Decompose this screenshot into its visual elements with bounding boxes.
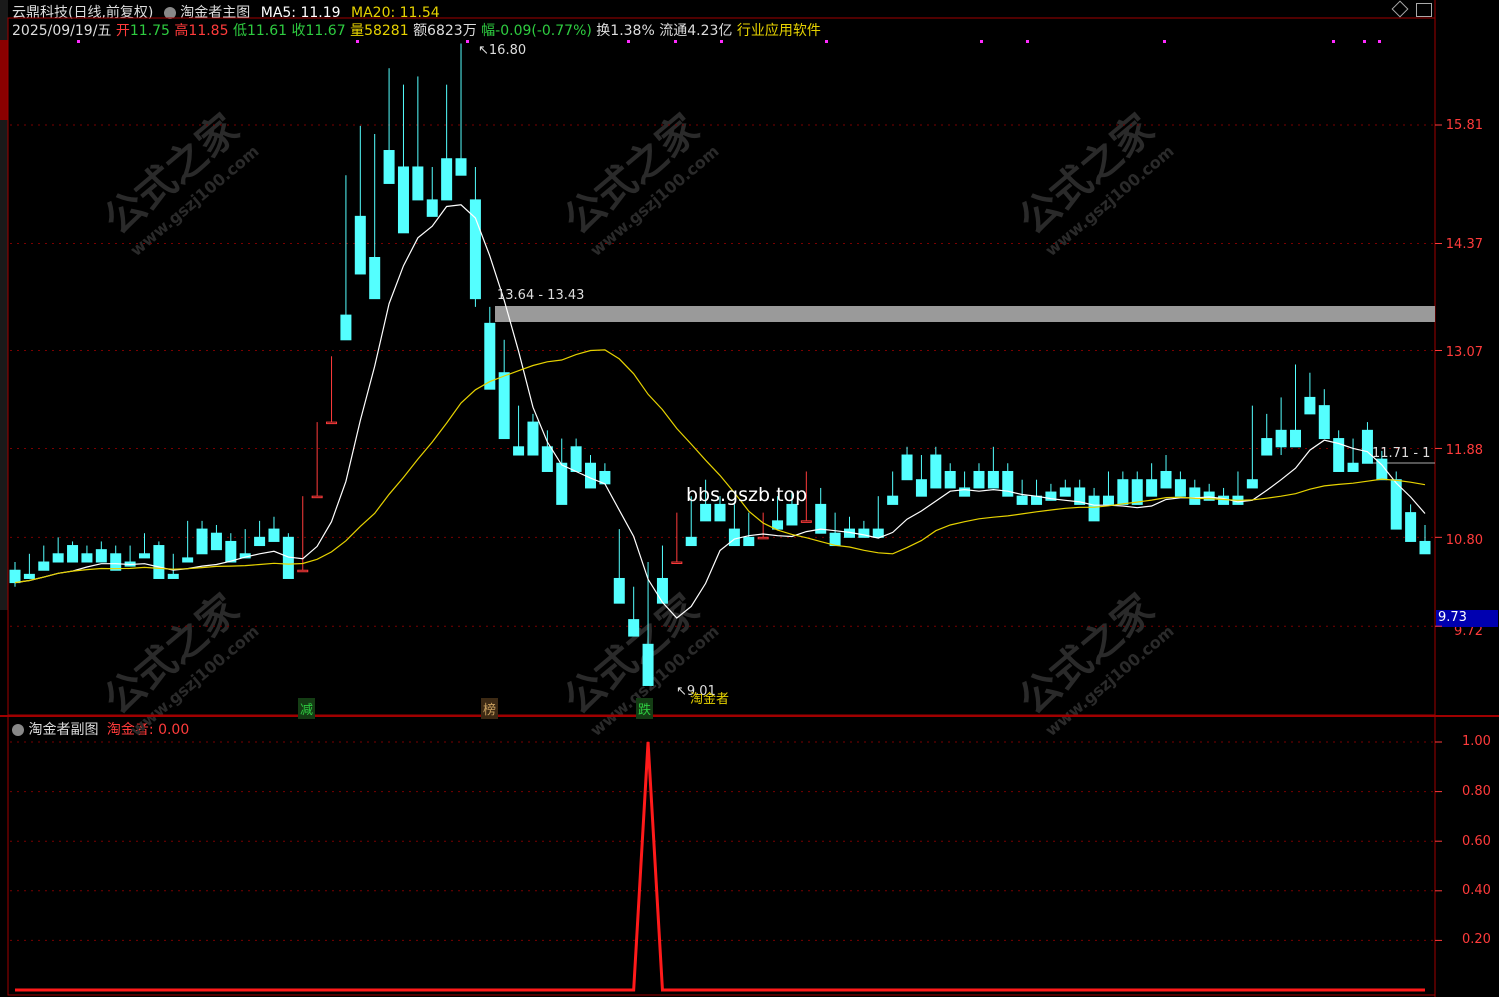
candle[interactable] bbox=[1347, 438, 1359, 472]
candle[interactable] bbox=[901, 446, 913, 481]
candle[interactable] bbox=[1059, 479, 1071, 497]
candle[interactable] bbox=[1160, 455, 1172, 489]
candle[interactable] bbox=[1146, 463, 1158, 497]
candle[interactable] bbox=[1189, 479, 1201, 505]
candle[interactable] bbox=[326, 356, 338, 425]
candle[interactable] bbox=[441, 84, 453, 201]
candle[interactable] bbox=[1304, 372, 1316, 415]
candle[interactable] bbox=[973, 463, 985, 489]
candle[interactable] bbox=[1361, 422, 1373, 464]
candle[interactable] bbox=[498, 339, 510, 440]
candle[interactable] bbox=[743, 512, 755, 547]
candle[interactable] bbox=[354, 125, 366, 275]
candle[interactable] bbox=[397, 84, 409, 234]
candle[interactable] bbox=[1275, 397, 1287, 456]
candle[interactable] bbox=[455, 43, 467, 176]
candle[interactable] bbox=[167, 553, 179, 579]
candle[interactable] bbox=[311, 422, 323, 499]
candle[interactable] bbox=[38, 545, 50, 571]
candle[interactable] bbox=[412, 76, 424, 201]
candle[interactable] bbox=[239, 529, 251, 559]
candle[interactable] bbox=[671, 512, 683, 565]
candle[interactable] bbox=[513, 405, 525, 456]
candle[interactable] bbox=[469, 166, 481, 307]
candle[interactable] bbox=[9, 562, 21, 587]
site-watermark: bbs.gszb.top bbox=[686, 484, 808, 506]
candle[interactable] bbox=[484, 306, 496, 390]
candle[interactable] bbox=[930, 446, 942, 489]
candle[interactable] bbox=[815, 487, 827, 534]
candle[interactable] bbox=[1031, 479, 1043, 505]
candle[interactable] bbox=[124, 545, 136, 567]
candle[interactable] bbox=[585, 455, 597, 489]
candle[interactable] bbox=[67, 541, 79, 563]
candle[interactable] bbox=[1246, 405, 1258, 489]
candle[interactable] bbox=[1419, 524, 1431, 555]
candle[interactable] bbox=[138, 533, 150, 559]
candle[interactable] bbox=[1405, 504, 1417, 542]
high-marker: ↖16.80 bbox=[478, 43, 527, 58]
candle[interactable] bbox=[843, 516, 855, 538]
candle[interactable] bbox=[95, 541, 107, 563]
candle[interactable] bbox=[599, 463, 611, 485]
candle[interactable] bbox=[527, 413, 539, 456]
candle[interactable] bbox=[340, 175, 352, 341]
candle[interactable] bbox=[1074, 479, 1086, 505]
candle[interactable] bbox=[196, 520, 208, 555]
candle[interactable] bbox=[1117, 471, 1129, 505]
candle[interactable] bbox=[887, 471, 899, 505]
candle[interactable] bbox=[1333, 430, 1345, 472]
candle[interactable] bbox=[182, 520, 194, 563]
candle[interactable] bbox=[1131, 471, 1143, 505]
candle[interactable] bbox=[570, 438, 582, 472]
candle[interactable] bbox=[268, 516, 280, 542]
right-band-label: 11.71 - 1 bbox=[1372, 446, 1431, 461]
candle[interactable] bbox=[987, 446, 999, 489]
candle[interactable] bbox=[153, 541, 165, 579]
candle[interactable] bbox=[81, 545, 93, 563]
candle[interactable] bbox=[556, 438, 568, 505]
candle[interactable] bbox=[369, 134, 381, 300]
candle[interactable] bbox=[1261, 413, 1273, 456]
candle[interactable] bbox=[613, 529, 625, 604]
candle[interactable] bbox=[23, 553, 35, 579]
low-tag: 淘金者 bbox=[690, 692, 730, 707]
candle[interactable] bbox=[297, 496, 309, 573]
signal-rank: 榜 bbox=[481, 698, 499, 719]
candle[interactable] bbox=[52, 537, 64, 563]
signal-fall: 跌 bbox=[636, 698, 654, 719]
candle[interactable] bbox=[110, 545, 122, 571]
candle[interactable] bbox=[959, 471, 971, 497]
candle[interactable] bbox=[541, 430, 553, 472]
sub-series-line bbox=[15, 741, 1425, 992]
candle[interactable] bbox=[1102, 471, 1114, 505]
candle[interactable] bbox=[210, 524, 222, 551]
candle[interactable] bbox=[628, 586, 640, 637]
candle[interactable] bbox=[1232, 471, 1244, 505]
candle[interactable] bbox=[829, 512, 841, 547]
candle[interactable] bbox=[1218, 487, 1230, 505]
candle[interactable] bbox=[254, 520, 266, 547]
resistance-label: 13.64 - 13.43 bbox=[497, 288, 585, 303]
candle[interactable] bbox=[642, 562, 654, 686]
candle[interactable] bbox=[872, 496, 884, 538]
candle[interactable] bbox=[1290, 364, 1302, 448]
candle[interactable] bbox=[1174, 471, 1186, 497]
signal-reduce: 减 bbox=[298, 698, 316, 719]
candle[interactable] bbox=[426, 166, 438, 217]
candle[interactable] bbox=[944, 463, 956, 489]
candle[interactable] bbox=[383, 68, 395, 184]
resistance-band bbox=[495, 306, 1435, 322]
candle[interactable] bbox=[1318, 389, 1330, 440]
candle[interactable] bbox=[915, 455, 927, 497]
candle[interactable] bbox=[1016, 479, 1028, 505]
candle[interactable] bbox=[656, 545, 668, 604]
